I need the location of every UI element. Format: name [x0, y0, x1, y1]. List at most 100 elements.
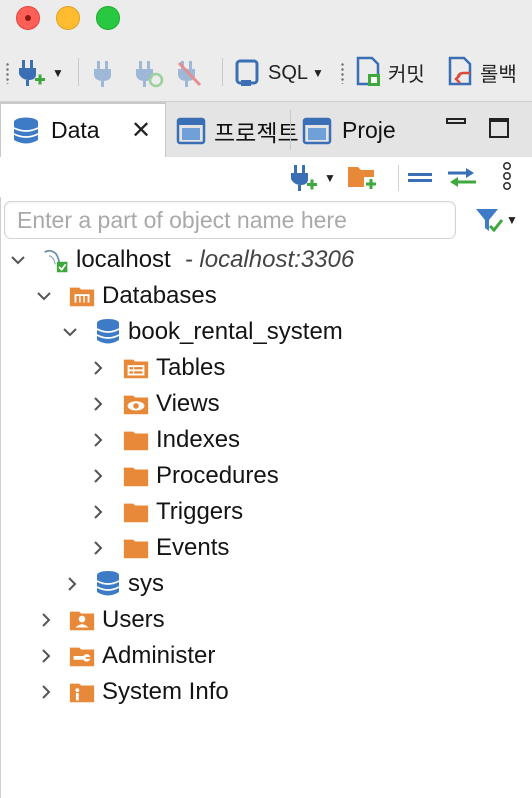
chevron-right-icon[interactable]	[62, 574, 82, 594]
rollback-label: 롤백	[480, 63, 517, 86]
minimize-window-button[interactable]	[56, 6, 80, 30]
reconnect-button[interactable]	[134, 60, 164, 88]
connection-address: - localhost:3306	[184, 246, 355, 273]
chevron-right-icon[interactable]	[36, 682, 56, 702]
views-label: Views	[156, 390, 220, 417]
close-window-button[interactable]	[16, 6, 40, 30]
tables-label: Tables	[156, 354, 226, 381]
tab-label: 프로젝트	[214, 120, 299, 146]
views-folder-icon	[122, 390, 150, 418]
navigator-toolbar: ▼	[0, 157, 532, 197]
view-tabs: Data ✕ 프로젝트 Proje	[0, 102, 532, 157]
folder-icon	[122, 534, 150, 562]
object-filter-box	[4, 201, 456, 239]
chevron-right-icon[interactable]	[36, 646, 56, 666]
databases-folder-icon	[68, 282, 96, 310]
database-icon	[13, 117, 39, 144]
mysql-connection-icon	[42, 246, 70, 274]
toolbar-grip[interactable]	[341, 62, 344, 84]
plug-add-icon	[291, 165, 317, 191]
tree-node-connection[interactable]: localhost - localhost:3306	[8, 242, 354, 278]
commit-icon	[356, 56, 380, 86]
tree-node-tables[interactable]: Tables	[88, 350, 225, 386]
tree-node-schema[interactable]: book_rental_system	[60, 314, 343, 350]
new-connection-button[interactable]: ▼	[16, 58, 64, 88]
users-folder-icon	[68, 606, 96, 634]
chevron-right-icon[interactable]	[88, 502, 108, 522]
commit-label: 커밋	[388, 63, 425, 86]
new-connection-button[interactable]: ▼	[288, 163, 336, 193]
chevron-down-icon[interactable]	[60, 322, 80, 342]
disconnect-button[interactable]	[176, 60, 204, 88]
folder-icon	[122, 462, 150, 490]
tree-node-events[interactable]: Events	[88, 530, 229, 566]
tab-data[interactable]: Data ✕	[0, 102, 166, 157]
chevron-right-icon[interactable]	[88, 394, 108, 414]
events-label: Events	[156, 534, 230, 561]
chevron-right-icon[interactable]	[88, 466, 108, 486]
chevron-down-icon[interactable]: ▼	[52, 66, 64, 80]
sync-arrows-icon	[448, 168, 476, 187]
link-with-editor-button[interactable]	[446, 165, 478, 194]
tree-node-users[interactable]: Users	[36, 602, 165, 638]
folder-add-icon	[348, 167, 378, 191]
tree-node-triggers[interactable]: Triggers	[88, 494, 243, 530]
view-menu-button[interactable]	[500, 161, 514, 198]
tree-node-indexes[interactable]: Indexes	[88, 422, 240, 458]
tree-node-administer[interactable]: Administer	[36, 638, 215, 674]
system-info-label: System Info	[102, 678, 229, 705]
tab-label: Data	[51, 117, 100, 143]
main-toolbar: ▼ SQL ▼ 커밋 롤백	[0, 40, 532, 102]
toolbar-separator	[222, 58, 223, 86]
info-folder-icon	[68, 678, 96, 706]
administer-folder-icon	[68, 642, 96, 670]
connect-button[interactable]	[92, 60, 116, 88]
chevron-down-icon[interactable]: ▼	[506, 213, 518, 227]
databases-label: Databases	[102, 282, 217, 309]
more-vertical-icon	[502, 161, 512, 190]
object-filter-input[interactable]	[15, 202, 449, 238]
chevron-right-icon[interactable]	[36, 610, 56, 630]
users-label: Users	[102, 606, 165, 633]
sql-editor-button[interactable]: SQL ▼	[234, 58, 324, 88]
schema-name: book_rental_system	[128, 318, 343, 345]
panel-border	[0, 157, 1, 798]
tree-node-databases[interactable]: Databases	[34, 278, 217, 314]
tree-node-procedures[interactable]: Procedures	[88, 458, 279, 494]
filter-icon	[476, 209, 504, 233]
chevron-down-icon[interactable]: ▼	[312, 66, 324, 80]
chevron-right-icon[interactable]	[88, 538, 108, 558]
rollback-button[interactable]: 롤백	[446, 56, 517, 88]
filter-config-button[interactable]: ▼	[474, 206, 518, 234]
folder-icon	[122, 426, 150, 454]
zoom-window-button[interactable]	[96, 6, 120, 30]
database-icon	[94, 318, 122, 346]
close-icon[interactable]: ✕	[131, 116, 151, 145]
collapse-all-icon	[408, 173, 432, 182]
tree-node-views[interactable]: Views	[88, 386, 220, 422]
plug-icon	[94, 61, 111, 87]
minimize-panel-button[interactable]	[446, 118, 466, 124]
chevron-right-icon[interactable]	[88, 358, 108, 378]
toolbar-grip[interactable]	[6, 62, 9, 84]
indexes-label: Indexes	[156, 426, 241, 453]
sql-editor-icon	[235, 59, 259, 86]
window-titlebar	[0, 0, 532, 40]
chevron-down-icon[interactable]: ▼	[324, 171, 336, 185]
commit-button[interactable]: 커밋	[354, 56, 425, 88]
tables-folder-icon	[122, 354, 150, 382]
tab-label: Proje	[342, 117, 396, 143]
tree-node-sys[interactable]: sys	[62, 566, 164, 602]
chevron-down-icon[interactable]	[8, 250, 28, 270]
chevron-down-icon[interactable]	[34, 286, 54, 306]
sql-label: SQL	[268, 61, 309, 84]
maximize-panel-button[interactable]	[489, 118, 509, 138]
collapse-all-button[interactable]	[407, 171, 433, 190]
sys-label: sys	[128, 570, 164, 597]
chevron-right-icon[interactable]	[88, 430, 108, 450]
window-icon	[302, 117, 332, 145]
rollback-icon	[448, 56, 472, 86]
new-folder-button[interactable]	[346, 161, 380, 198]
plug-add-icon	[19, 60, 45, 86]
tree-node-system-info[interactable]: System Info	[36, 674, 229, 710]
